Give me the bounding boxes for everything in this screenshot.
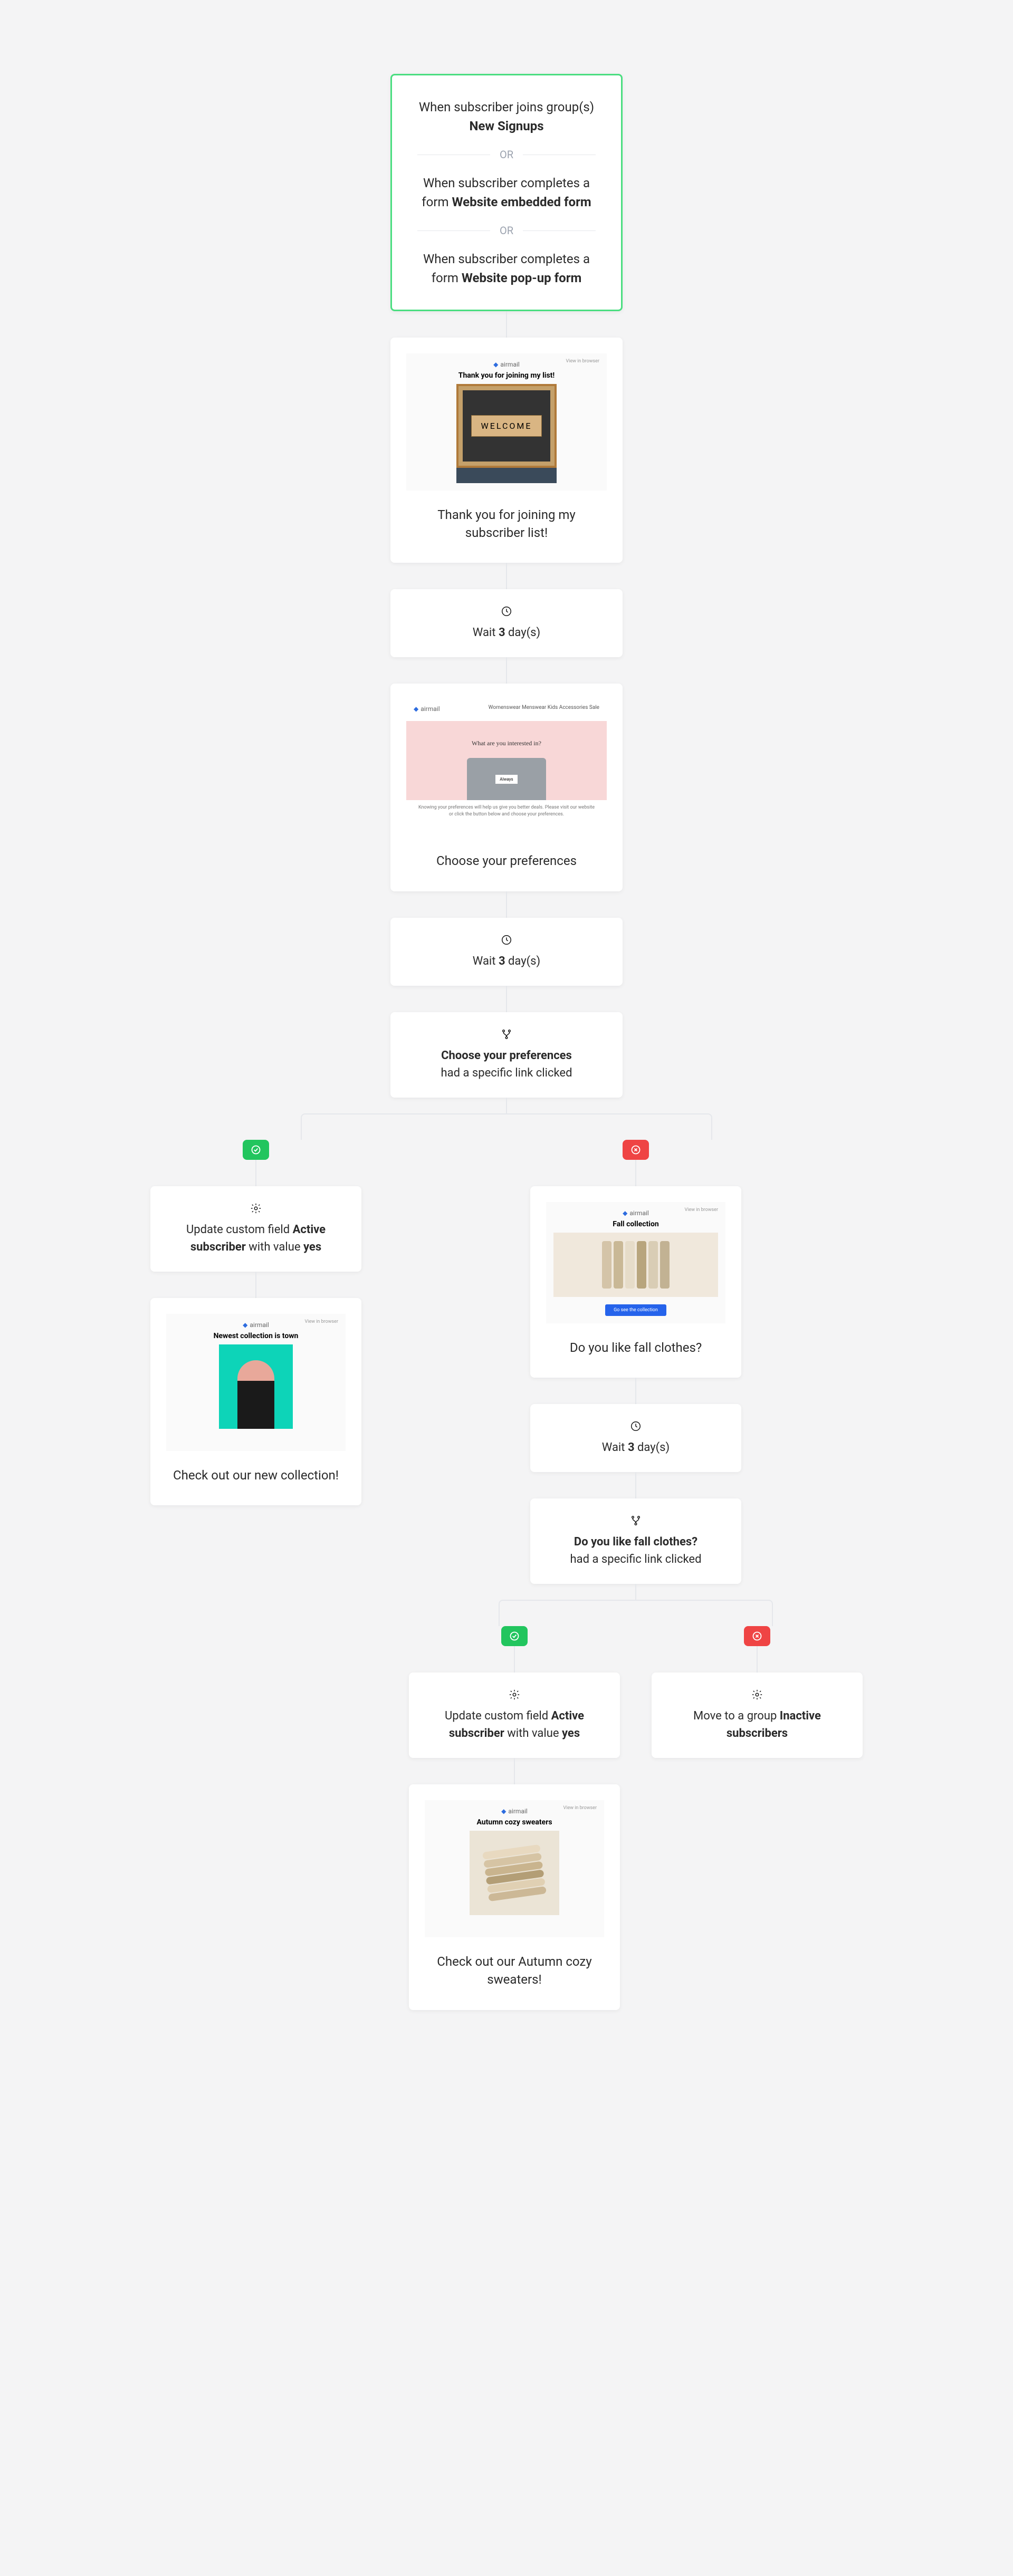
action-node-update-field[interactable]: Update custom field Active subscriber wi… <box>409 1673 620 1758</box>
sweater-image <box>470 1831 559 1915</box>
email-caption: Check out our new collection! <box>150 1451 361 1485</box>
view-online: View in browser <box>566 359 599 364</box>
connector <box>255 1160 256 1186</box>
split-icon <box>500 1028 513 1041</box>
clock-icon <box>500 934 513 946</box>
email-caption: Check out our Autumn cozy sweaters! <box>409 1937 620 1988</box>
pink-hero: What are you interested in? Always <box>406 721 607 800</box>
email-preview: airmail Womenswear Menswear Kids Accesso… <box>406 699 607 837</box>
gear-icon <box>508 1688 521 1701</box>
trigger-group: New Signups <box>469 119 543 133</box>
sub-branch-yes: Update custom field Active subscriber wi… <box>409 1626 620 2010</box>
yes-badge <box>243 1140 269 1160</box>
legs-image <box>456 466 557 483</box>
email-node-preferences[interactable]: airmail Womenswear Menswear Kids Accesso… <box>390 684 623 891</box>
split-icon <box>629 1514 642 1527</box>
email-question: What are you interested in? <box>472 739 541 747</box>
trigger-form: Website embedded form <box>452 195 591 209</box>
email-caption: Do you like fall clothes? <box>530 1323 741 1357</box>
brand-label: airmail <box>623 1209 649 1217</box>
gear-icon <box>250 1202 262 1215</box>
email-headline: Thank you for joining my list! <box>458 371 555 380</box>
connector <box>506 891 507 918</box>
condition-node[interactable]: Choose your preferenceshad a specific li… <box>390 1012 623 1098</box>
wait-node[interactable]: Wait 3 day(s) <box>390 589 623 657</box>
welcome-mat-image: WELCOME <box>456 384 557 468</box>
email-caption: Thank you for joining my subscriber list… <box>390 491 623 542</box>
or-label: OR <box>490 224 523 237</box>
split-lines <box>301 1113 712 1140</box>
or-label: OR <box>490 148 523 161</box>
cta-button: Go see the collection <box>605 1304 666 1316</box>
trigger-form: Website pop-up form <box>462 271 581 285</box>
connector <box>514 1758 515 1784</box>
branch-no: View in browser airmail Fall collection … <box>409 1140 863 2010</box>
email-preview: View in browser airmail Newest collectio… <box>166 1314 346 1451</box>
brand-label: airmail <box>493 361 520 368</box>
connector <box>635 1378 636 1404</box>
email-node-fall[interactable]: View in browser airmail Fall collection … <box>530 1186 741 1378</box>
email-caption: Choose your preferences <box>390 837 623 870</box>
email-preview: View in browser airmail Thank you for jo… <box>406 353 607 491</box>
connector <box>635 1160 636 1186</box>
connector <box>506 986 507 1012</box>
trigger-text: When subscriber joins group(s) <box>419 100 594 114</box>
connector <box>757 1646 758 1673</box>
email-headline: Newest collection is town <box>214 1332 299 1340</box>
view-online: View in browser <box>563 1805 597 1811</box>
email-node-welcome[interactable]: View in browser airmail Thank you for jo… <box>390 338 623 563</box>
collection-image <box>219 1344 293 1429</box>
action-node-update-field[interactable]: Update custom field Active subscriber wi… <box>150 1186 361 1272</box>
split-lines <box>499 1600 773 1626</box>
email-headline: Fall collection <box>613 1220 659 1228</box>
condition-node[interactable]: Do you like fall clothes?had a specific … <box>530 1498 741 1584</box>
no-badge <box>744 1626 770 1646</box>
email-preview: View in browser airmail Fall collection … <box>546 1202 725 1323</box>
brand-label: airmail <box>501 1808 528 1815</box>
connector <box>506 311 507 338</box>
brand-label: airmail <box>414 705 440 713</box>
view-online: View in browser <box>685 1207 718 1213</box>
connector <box>514 1646 515 1673</box>
email-headline: Autumn cozy sweaters <box>476 1818 552 1827</box>
connector <box>506 563 507 589</box>
email-preview: View in browser airmail Autumn cozy swea… <box>425 1800 604 1937</box>
connector <box>635 1472 636 1498</box>
brand-label: airmail <box>243 1321 269 1329</box>
action-node-move-group[interactable]: Move to a group Inactive subscribers <box>652 1673 863 1758</box>
wait-node[interactable]: Wait 3 day(s) <box>390 918 623 986</box>
clock-icon <box>629 1420 642 1433</box>
email-node-sweaters[interactable]: View in browser airmail Autumn cozy swea… <box>409 1784 620 2010</box>
gear-icon <box>751 1688 763 1701</box>
wait-node[interactable]: Wait 3 day(s) <box>530 1404 741 1472</box>
sub-branch-no: Move to a group Inactive subscribers <box>652 1626 863 2010</box>
fall-image <box>553 1233 718 1297</box>
connector <box>255 1272 256 1298</box>
email-description: Knowing your preferences will help us gi… <box>406 804 607 818</box>
clock-icon <box>500 605 513 618</box>
nav-links: Womenswear Menswear Kids Accessories Sal… <box>489 705 599 710</box>
email-node-new-collection[interactable]: View in browser airmail Newest collectio… <box>150 1298 361 1506</box>
connector <box>506 657 507 684</box>
connector <box>506 1098 507 1113</box>
no-badge <box>623 1140 649 1160</box>
branch-yes: Update custom field Active subscriber wi… <box>150 1140 361 1506</box>
yes-badge <box>501 1626 528 1646</box>
view-online: View in browser <box>305 1319 338 1324</box>
connector <box>635 1584 636 1600</box>
trigger-node[interactable]: When subscriber joins group(s) New Signu… <box>390 74 623 311</box>
